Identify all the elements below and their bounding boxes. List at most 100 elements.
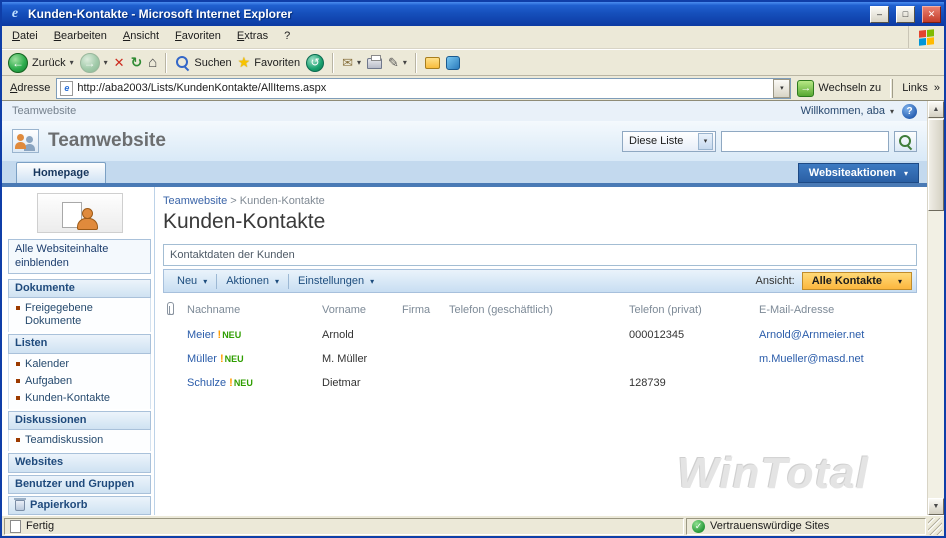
view-all-site-content-link[interactable]: Alle Websiteinhalte einblenden bbox=[8, 239, 151, 274]
search-scope-select[interactable]: Diese Liste ▾ bbox=[622, 130, 716, 152]
page-title: Kunden-Kontakte bbox=[163, 210, 326, 233]
breadcrumb-parent-link[interactable]: Teamwebsite bbox=[163, 195, 227, 207]
nav-header-dokumente[interactable]: Dokumente bbox=[8, 278, 151, 298]
home-button[interactable]: ⌂ bbox=[148, 54, 157, 71]
nav-header-listen[interactable]: Listen bbox=[8, 334, 151, 354]
address-input[interactable]: e http://aba2003/Lists/KundenKontakte/Al… bbox=[56, 77, 792, 99]
trusted-sites-check-icon: ✓ bbox=[692, 519, 705, 533]
settings-menu-caret-icon: ▾ bbox=[370, 276, 375, 286]
papierkorb-label: Papierkorb bbox=[30, 498, 88, 511]
help-button[interactable]: ? bbox=[902, 103, 917, 119]
nav-header-papierkorb[interactable]: Papierkorb bbox=[8, 495, 151, 515]
stop-button[interactable]: ✕ bbox=[114, 55, 125, 71]
global-links-bar: Teamwebsite Willkommen, aba ▾ ? bbox=[2, 101, 927, 121]
site-header: Teamwebsite Diese Liste ▾ bbox=[2, 121, 927, 161]
view-value: Alle Kontakte bbox=[811, 275, 882, 287]
back-button[interactable]: ← Zurück ▾ bbox=[8, 52, 74, 73]
nav-item-teamdiskussion[interactable]: Teamdiskussion bbox=[9, 432, 150, 449]
scope-caret-icon: ▾ bbox=[698, 132, 713, 150]
table-row[interactable]: Meier !NEU Arnold 000012345 Arnold@Arnmei… bbox=[163, 323, 917, 347]
toolbar-separator bbox=[165, 52, 168, 73]
site-search-icon bbox=[898, 134, 913, 149]
address-url: http://aba2003/Lists/KundenKontakte/AllI… bbox=[77, 82, 327, 94]
favorites-button[interactable]: ★ Favoriten bbox=[238, 54, 300, 71]
column-header-vorname[interactable]: Vorname bbox=[318, 296, 398, 323]
contact-name-link[interactable]: Müller bbox=[187, 353, 217, 365]
scroll-up-button[interactable]: ▲ bbox=[928, 101, 944, 118]
attachment-column-header[interactable] bbox=[163, 296, 183, 323]
nav-item-freigegebene-dokumente[interactable]: Freigegebene Dokumente bbox=[9, 300, 150, 330]
cell-telefon-privat bbox=[625, 347, 755, 371]
breadcrumb-separator: > bbox=[230, 195, 237, 207]
table-row[interactable]: Schulze !NEU Dietmar 128739 bbox=[163, 371, 917, 395]
back-label: Zurück bbox=[32, 56, 66, 69]
actions-menu-button[interactable]: Aktionen ▾ bbox=[217, 272, 288, 290]
column-header-email[interactable]: E-Mail-Adresse bbox=[755, 296, 917, 323]
mail-caret-icon: ▾ bbox=[357, 58, 362, 67]
discuss-button[interactable] bbox=[424, 56, 440, 69]
menu-datei[interactable]: Datei bbox=[4, 26, 46, 48]
welcome-menu[interactable]: Willkommen, aba ▾ bbox=[801, 105, 894, 117]
status-pane: Fertig bbox=[4, 517, 684, 535]
contact-name-link[interactable]: Schulze bbox=[187, 377, 226, 389]
browser-viewport: Teamwebsite Willkommen, aba ▾ ? Teamwebs… bbox=[2, 101, 944, 515]
window-resize-grip[interactable] bbox=[928, 517, 942, 535]
tab-homepage[interactable]: Homepage bbox=[16, 162, 107, 183]
mail-button[interactable]: ✉ ▾ bbox=[342, 55, 361, 71]
email-link[interactable]: Arnold@Arnmeier.net bbox=[759, 329, 864, 341]
print-button[interactable] bbox=[367, 55, 383, 69]
links-label[interactable]: Links bbox=[902, 82, 928, 94]
view-select-button[interactable]: Alle Kontakte ▾ bbox=[801, 272, 912, 290]
global-site-link[interactable]: Teamwebsite bbox=[12, 105, 76, 117]
title-bar[interactable]: e Kunden-Kontakte - Microsoft Internet E… bbox=[2, 2, 944, 26]
new-menu-button[interactable]: Neu ▾ bbox=[168, 272, 216, 290]
menu-bearbeiten[interactable]: Bearbeiten bbox=[46, 26, 115, 48]
edit-button[interactable]: ✎ ▾ bbox=[388, 55, 407, 71]
cell-telefon-privat: 000012345 bbox=[629, 329, 685, 341]
settings-menu-button[interactable]: Einstellungen ▾ bbox=[289, 272, 383, 290]
paperclip-icon bbox=[167, 302, 174, 315]
messenger-button[interactable] bbox=[445, 55, 460, 70]
refresh-button[interactable]: ↻ bbox=[131, 54, 143, 71]
email-link[interactable]: m.Mueller@masd.net bbox=[759, 353, 864, 365]
scroll-down-button[interactable]: ▼ bbox=[928, 498, 944, 515]
minimize-button[interactable]: – bbox=[870, 5, 889, 23]
wintotal-watermark: WinTotal bbox=[677, 449, 869, 498]
media-button[interactable]: ↺ bbox=[306, 53, 325, 72]
table-row[interactable]: Müller !NEU M. Müller m.Mueller@masd.net bbox=[163, 347, 917, 371]
address-dropdown-button[interactable]: ▾ bbox=[773, 78, 791, 98]
vertical-scrollbar[interactable]: ▲ ▼ bbox=[927, 101, 944, 515]
menu-hilfe[interactable]: ? bbox=[276, 26, 298, 48]
nav-item-kalender[interactable]: Kalender bbox=[9, 356, 150, 373]
menu-ansicht[interactable]: Ansicht bbox=[115, 26, 167, 48]
list-content-area: Teamwebsite > Kunden-Kontakte Kunden-Kon… bbox=[154, 187, 927, 515]
column-header-telefon-geschaeftlich[interactable]: Telefon (geschäftlich) bbox=[445, 296, 625, 323]
scrollbar-thumb[interactable] bbox=[928, 119, 944, 211]
address-bar: Adresse e http://aba2003/Lists/KundenKon… bbox=[2, 76, 944, 101]
site-actions-button[interactable]: Websiteaktionen ▾ bbox=[797, 163, 919, 183]
menu-extras[interactable]: Extras bbox=[229, 26, 276, 48]
contacts-list-image bbox=[36, 193, 123, 234]
nav-item-kunden-kontakte[interactable]: Kunden-Kontakte bbox=[9, 390, 150, 407]
site-search-input[interactable] bbox=[721, 130, 889, 152]
nav-header-benutzer-und-gruppen[interactable]: Benutzer und Gruppen bbox=[8, 474, 151, 494]
go-button[interactable]: → Wechseln zu bbox=[797, 79, 881, 97]
contacts-table: Nachname Vorname Firma Telefon (geschäft… bbox=[163, 296, 917, 395]
maximize-button[interactable]: □ bbox=[896, 5, 915, 23]
column-header-firma[interactable]: Firma bbox=[398, 296, 445, 323]
close-button[interactable]: ✕ bbox=[922, 5, 941, 23]
search-button[interactable]: Suchen bbox=[175, 55, 232, 70]
links-bar-grip[interactable] bbox=[890, 78, 894, 98]
site-title: Teamwebsite bbox=[48, 130, 166, 151]
nav-header-diskussionen[interactable]: Diskussionen bbox=[8, 411, 151, 431]
scrollbar-track[interactable] bbox=[928, 118, 944, 498]
links-chevron-icon[interactable]: » bbox=[934, 82, 940, 94]
site-search-button[interactable] bbox=[894, 130, 917, 152]
nav-header-websites[interactable]: Websites bbox=[8, 453, 151, 473]
column-header-telefon-privat[interactable]: Telefon (privat) bbox=[625, 296, 755, 323]
contact-name-link[interactable]: Meier bbox=[187, 329, 215, 341]
forward-button[interactable]: → ▾ bbox=[79, 52, 108, 73]
column-header-nachname[interactable]: Nachname bbox=[183, 296, 318, 323]
menu-favoriten[interactable]: Favoriten bbox=[167, 26, 229, 48]
nav-item-aufgaben[interactable]: Aufgaben bbox=[9, 373, 150, 390]
